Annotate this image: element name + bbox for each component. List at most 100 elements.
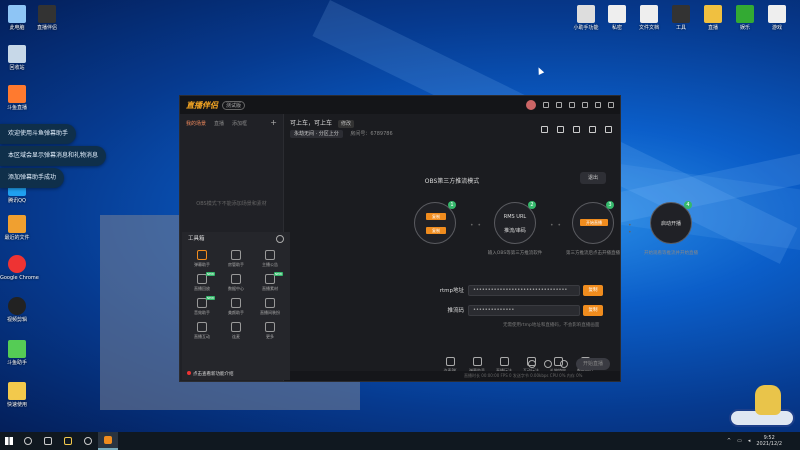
toolbox-item[interactable]: 直播间装扮 xyxy=(253,298,287,316)
step-number: 3 xyxy=(606,201,614,209)
toolbox-footer[interactable]: 点击查看新功能介绍 xyxy=(187,371,234,377)
copy-rtmp-button[interactable]: 复制 xyxy=(583,284,603,296)
copy-button[interactable]: 复制 xyxy=(426,213,446,220)
copy-push-code-button[interactable]: 复制 xyxy=(583,304,603,316)
bell-icon[interactable] xyxy=(589,126,596,133)
copy-button[interactable]: 复制 xyxy=(426,227,446,234)
beauty-icon xyxy=(231,298,241,308)
taskbar-explorer[interactable] xyxy=(58,432,78,450)
toast-added: 添加弹幕助手成功 xyxy=(0,168,65,188)
step-1: 1 复制 复制 xyxy=(414,201,456,244)
start-live-button[interactable]: 开始直播 xyxy=(576,358,610,370)
share-icon[interactable] xyxy=(605,126,612,133)
taskbar-taskview[interactable] xyxy=(38,432,58,450)
taskbar-live-assistant[interactable] xyxy=(98,432,118,450)
lock-icon[interactable] xyxy=(557,126,564,133)
bottom-controls: 开始直播 xyxy=(528,358,610,370)
desktop-icon-douyu[interactable]: 斗鱼直播 xyxy=(0,85,34,111)
desktop-icon-this-pc[interactable]: 此电脑 xyxy=(0,5,34,31)
camera-icon[interactable] xyxy=(528,360,536,368)
add-scene-button[interactable]: + xyxy=(270,119,277,127)
title-controls xyxy=(526,100,614,110)
push-code-row: 推流码 •••••••••••••• 复制 xyxy=(434,304,603,316)
toolbox-close-icon[interactable] xyxy=(276,235,284,243)
gift-icon[interactable] xyxy=(541,126,548,133)
task-view-icon xyxy=(44,437,52,445)
toolbox-item[interactable]: 连麦 xyxy=(219,322,253,340)
push-code-field[interactable]: •••••••••••••• xyxy=(468,304,580,316)
start-button[interactable] xyxy=(0,432,18,450)
desktop-icon-right-6[interactable]: 娱乐 xyxy=(728,5,762,31)
desktop-icon-right-2[interactable]: 私密 xyxy=(600,5,634,31)
step-caption: 第三方推流后点击开播直播 xyxy=(566,251,620,256)
user-icon xyxy=(231,250,241,260)
new-badge: NEW xyxy=(273,272,283,276)
minimize-icon[interactable] xyxy=(582,102,588,108)
desktop-icon-douyu-helper[interactable]: 斗鱼助手 xyxy=(0,340,34,366)
tab-live[interactable]: 直播 xyxy=(214,120,224,127)
avatar[interactable] xyxy=(526,100,536,110)
step-text: 推流/串码 xyxy=(504,228,526,234)
toolbox-item[interactable]: 弹幕助手 xyxy=(185,250,219,268)
version-tag[interactable]: 测试版 xyxy=(222,100,246,110)
toolbox-item[interactable]: 更多 xyxy=(253,322,287,340)
toast-area-info: 本区域会显示弹幕消息和礼物消息 xyxy=(0,146,107,166)
room-category[interactable]: 永劫无间 · 分区上分 xyxy=(290,130,343,138)
maximize-icon[interactable] xyxy=(595,102,601,108)
toolbox-item[interactable]: NEW 音效助手 xyxy=(185,296,219,316)
desktop-icon-right-4[interactable]: 工具 xyxy=(664,5,698,31)
desktop-icon-quick-use[interactable]: 快速使用 xyxy=(0,382,34,408)
step-3: 3 开始直播 xyxy=(572,201,614,244)
toolbox-item[interactable]: 数据中心 xyxy=(219,274,253,292)
exit-button[interactable]: 退出 xyxy=(580,172,606,184)
desktop-icon-live-assistant[interactable]: 直播伴侣 xyxy=(30,5,64,31)
close-icon[interactable] xyxy=(608,102,614,108)
taskbar-search[interactable] xyxy=(18,432,38,450)
interact-icon xyxy=(197,322,207,332)
start-live-step-button[interactable]: 开始直播 xyxy=(580,219,608,226)
desktop-icon-right-1[interactable]: 小助手功能 xyxy=(569,5,603,31)
desktop-icon-recent-files[interactable]: 最近的文件 xyxy=(0,215,34,241)
desktop-icon-right-3[interactable]: 文件文档 xyxy=(632,5,666,31)
room-edit-button[interactable]: 修改 xyxy=(337,120,354,128)
toolbox-item[interactable]: NEW 直播回放 xyxy=(185,272,219,292)
card-icon[interactable] xyxy=(573,126,580,133)
network-icon[interactable]: ▭ xyxy=(737,438,742,444)
tray-chevron-icon[interactable]: ^ xyxy=(727,438,731,444)
desktop-icon-right-5[interactable]: 直播 xyxy=(696,5,730,31)
desktop-pet[interactable] xyxy=(727,385,797,430)
shirt-icon[interactable] xyxy=(556,102,562,108)
step-connector: • • xyxy=(470,222,482,229)
toolbox-item[interactable]: 主播公告 xyxy=(253,250,287,268)
toolbox-item[interactable]: 美颜助手 xyxy=(219,298,253,316)
app-logo: 直播伴侣 xyxy=(186,100,218,110)
pk-icon xyxy=(445,356,455,366)
toolbox-item[interactable]: 直播互动 xyxy=(185,322,219,340)
rtmp-row: rtmp地址 •••••••••••••••••••••••••••••••• … xyxy=(434,284,603,296)
danmu-icon xyxy=(472,356,482,366)
data-icon xyxy=(231,274,241,284)
desktop-icon-video-edit[interactable]: 视频剪辑 xyxy=(0,297,34,323)
volume-icon[interactable]: ◂ xyxy=(748,438,751,444)
new-badge: NEW xyxy=(205,272,215,276)
desktop-icon-right-7[interactable]: 游戏 xyxy=(760,5,794,31)
toast-welcome: 欢迎使用斗鱼弹幕助手 xyxy=(0,124,77,144)
link-icon xyxy=(231,322,241,332)
main-panel: 可上车，可上车 修改 永劫无间 · 分区上分 房间号：6789786 OBS第三… xyxy=(284,114,698,381)
desktop-icon-recycle-bin[interactable]: 回收站 xyxy=(0,45,34,71)
settings-icon[interactable] xyxy=(560,360,568,368)
rtmp-field[interactable]: •••••••••••••••••••••••••••••••• xyxy=(468,284,580,296)
taskbar-obs[interactable] xyxy=(78,432,98,450)
clock[interactable]: 9:52 2021/12/2 xyxy=(756,435,782,447)
tab-my-scenes[interactable]: 我的场景 xyxy=(186,120,206,127)
clock-date: 2021/12/2 xyxy=(756,441,782,447)
live-assistant-icon xyxy=(104,436,112,444)
decor-icon xyxy=(265,298,275,308)
message-icon[interactable] xyxy=(543,102,549,108)
toolbox-item[interactable]: 房管助手 xyxy=(219,250,253,268)
toolbox-item[interactable]: NEW 直播素材 xyxy=(253,272,287,292)
mic-icon[interactable] xyxy=(544,360,552,368)
tab-add-frame[interactable]: 添加框 xyxy=(232,120,247,127)
menu-icon[interactable] xyxy=(569,102,575,108)
desktop-icon-chrome[interactable]: Google Chrome xyxy=(0,255,39,281)
